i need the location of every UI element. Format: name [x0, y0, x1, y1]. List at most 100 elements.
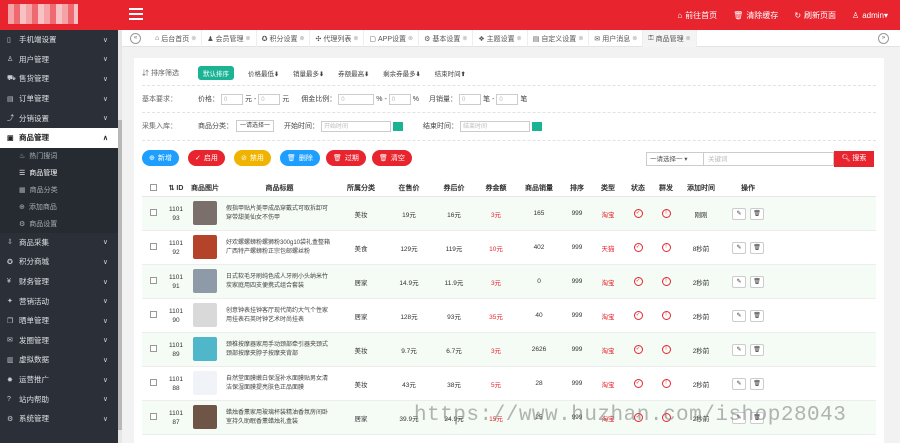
calendar-icon[interactable] — [393, 121, 404, 131]
select-all-checkbox[interactable] — [149, 183, 157, 191]
row-checkbox[interactable] — [149, 209, 157, 216]
sales-max-input[interactable]: 0 — [496, 93, 519, 105]
sidebar-item-11[interactable]: ⇩ 商品采集 ∨ — [0, 233, 118, 253]
row-checkbox[interactable] — [149, 413, 157, 420]
sort-option-4[interactable]: 结束时间⬆ — [435, 71, 466, 78]
commission-max-input[interactable]: 0 — [388, 93, 411, 105]
category-select[interactable]: 一请选择一 — [236, 120, 275, 132]
sidebar-item-17[interactable]: ▥ 虚拟数据 ∨ — [0, 350, 118, 370]
topnav-link-1[interactable]: 🗑︎ 清除缓存 — [733, 10, 778, 21]
tab-6[interactable]: ❖ 主题设置 ⊗ — [473, 30, 528, 47]
sidebar-item-1[interactable]: ♙ 用户管理 ∨ — [0, 50, 118, 70]
tab-3[interactable]: ✣ 代理列表 ⊗ — [310, 30, 365, 47]
sidebar-item-15[interactable]: ❐ 晒单管理 ∨ — [0, 311, 118, 331]
status-check-icon[interactable]: ✓ — [633, 243, 643, 252]
search-button[interactable]: 🔍︎ 搜索 — [834, 151, 874, 167]
sidebar-item-19[interactable]: ? 站内帮助 ∨ — [0, 389, 118, 409]
sort-option-1[interactable]: 销量最多⬇ — [293, 71, 324, 78]
sidebar-item-8[interactable]: ▦ 商品分类 — [0, 181, 118, 199]
edit-icon[interactable]: ✎ — [732, 207, 746, 220]
product-thumbnail[interactable] — [193, 404, 217, 429]
topnav-link-3[interactable]: ♙ admin▾ — [852, 11, 888, 20]
status-check-icon[interactable]: ✓ — [633, 379, 643, 388]
sidebar-item-7[interactable]: ☰ 商品管理 — [0, 164, 118, 182]
topnav-link-0[interactable]: ⌂ 前往首页 — [677, 10, 717, 21]
row-checkbox[interactable] — [149, 277, 157, 284]
sidebar-item-2[interactable]: ⛟ 售货管理 ∨ — [0, 69, 118, 89]
close-icon[interactable]: ⊗ — [299, 35, 304, 42]
calendar-icon[interactable] — [532, 121, 543, 131]
action-button-1[interactable]: ✓ 启用 — [188, 150, 225, 166]
close-icon[interactable]: ⊗ — [632, 35, 637, 42]
broadcast-info-icon[interactable]: ! — [661, 345, 671, 354]
close-icon[interactable]: ⊗ — [578, 35, 583, 42]
close-icon[interactable]: ⊗ — [686, 35, 691, 42]
product-thumbnail[interactable] — [193, 234, 217, 259]
row-checkbox[interactable] — [149, 345, 157, 352]
action-button-5[interactable]: 🗑︎ 清空 — [372, 150, 412, 166]
delete-icon[interactable]: 🗑︎ — [750, 241, 764, 254]
product-thumbnail[interactable] — [193, 200, 217, 225]
tab-9[interactable]: ⚿ 商品管理 ⊗ — [643, 30, 697, 47]
broadcast-info-icon[interactable]: ! — [661, 277, 671, 286]
edit-icon[interactable]: ✎ — [732, 241, 746, 254]
search-field-select[interactable]: 一请选择一 ▾ — [646, 152, 704, 166]
tab-7[interactable]: ▤ 自定义设置 ⊗ — [528, 30, 590, 47]
table-row[interactable]: 1101 93 假指甲贴片美甲成品穿戴式可取拆卸可穿带甜美仙女不伤甲 美妆 19元 16… — [142, 197, 876, 231]
sidebar-item-5[interactable]: ▣ 商品管理 ∧ — [0, 127, 118, 148]
action-button-3[interactable]: 🗑︎ 删除 — [280, 150, 320, 166]
tab-1[interactable]: ♟ 会员管理 ⊗ — [202, 30, 257, 47]
table-row[interactable]: 1101 89 颈椎按摩器家用手动颈部牵引器夹颈式颈部按摩夹脖子按摩夹背部 美妆 9.… — [142, 333, 876, 367]
start-time-input[interactable]: 开始时间 — [321, 120, 392, 132]
tab-2[interactable]: ✪ 积分设置 ⊗ — [257, 30, 311, 47]
delete-icon[interactable]: 🗑︎ — [750, 275, 764, 288]
delete-icon[interactable]: 🗑︎ — [750, 377, 764, 390]
sidebar-item-20[interactable]: ⚙︎ 系统管理 ∨ — [0, 409, 118, 429]
table-row[interactable]: 1101 92 好欢螺螺蛳粉螺狮粉300g10袋礼盒整箱广西特产螺蛳粉正宗包邮螺丝… — [142, 231, 876, 265]
row-checkbox[interactable] — [149, 243, 157, 250]
sort-option-2[interactable]: 券额最高⬇ — [338, 71, 369, 78]
commission-min-input[interactable]: 0 — [338, 93, 375, 105]
search-input[interactable]: 关键词 — [704, 152, 834, 166]
product-thumbnail[interactable] — [193, 370, 217, 395]
delete-icon[interactable]: 🗑︎ — [750, 309, 764, 322]
broadcast-info-icon[interactable]: ! — [661, 209, 671, 218]
close-icon[interactable]: ⊗ — [408, 35, 413, 42]
action-button-0[interactable]: ⊕ 新增 — [142, 150, 179, 166]
sidebar-item-4[interactable]: ⤴ 分销设置 ∨ — [0, 108, 118, 128]
product-thumbnail[interactable] — [193, 336, 217, 361]
sidebar-item-9[interactable]: ⊕ 添加商品 — [0, 198, 118, 216]
sidebar-item-3[interactable]: ▤ 订单管理 ∨ — [0, 89, 118, 109]
tab-0[interactable]: ⌂ 后台首页 ⊗ — [150, 30, 203, 47]
close-icon[interactable]: ⊗ — [353, 35, 358, 42]
delete-icon[interactable]: 🗑︎ — [750, 207, 764, 220]
close-icon[interactable]: ⊗ — [462, 35, 467, 42]
sort-option-0[interactable]: 价格最低⬇ — [248, 71, 279, 78]
edit-icon[interactable]: ✎ — [732, 275, 746, 288]
status-check-icon[interactable]: ✓ — [633, 345, 643, 354]
sidebar-item-0[interactable]: ▯ 手机端设置 ∨ — [0, 30, 118, 50]
broadcast-info-icon[interactable]: ! — [661, 311, 671, 320]
product-thumbnail[interactable] — [193, 268, 217, 293]
table-row[interactable]: 1101 91 日式软毛牙刷纯色成人牙刷小头纳米竹炭家庭用四支便携式组合套装 居家 1… — [142, 265, 876, 299]
delete-icon[interactable]: 🗑︎ — [750, 343, 764, 356]
edit-icon[interactable]: ✎ — [732, 377, 746, 390]
status-check-icon[interactable]: ✓ — [633, 311, 643, 320]
menu-toggle-icon[interactable] — [129, 8, 143, 20]
action-button-4[interactable]: 🗑︎ 过期 — [326, 150, 366, 166]
product-thumbnail[interactable] — [193, 302, 217, 327]
table-row[interactable]: 1101 88 自然堂面膜嫩白保湿补水面膜贴男女清洁保湿面膜提亮肤色正品面膜 美妆 4… — [142, 367, 876, 401]
price-min-input[interactable]: 0 — [221, 93, 243, 105]
status-check-icon[interactable]: ✓ — [633, 277, 643, 286]
end-time-input[interactable]: 结束时间 — [460, 120, 531, 132]
close-icon[interactable]: ⊗ — [517, 35, 522, 42]
row-checkbox[interactable] — [149, 311, 157, 318]
close-icon[interactable]: ⊗ — [246, 35, 251, 42]
sort-default-button[interactable]: 默认排序 — [198, 66, 234, 80]
edit-icon[interactable]: ✎ — [732, 309, 746, 322]
close-icon[interactable]: ⊗ — [191, 35, 196, 42]
edit-icon[interactable]: ✎ — [732, 343, 746, 356]
sidebar-item-14[interactable]: ✦ 营销活动 ∨ — [0, 291, 118, 311]
sidebar-item-10[interactable]: ⚙︎ 商品设置 — [0, 215, 118, 233]
row-checkbox[interactable] — [149, 379, 157, 386]
